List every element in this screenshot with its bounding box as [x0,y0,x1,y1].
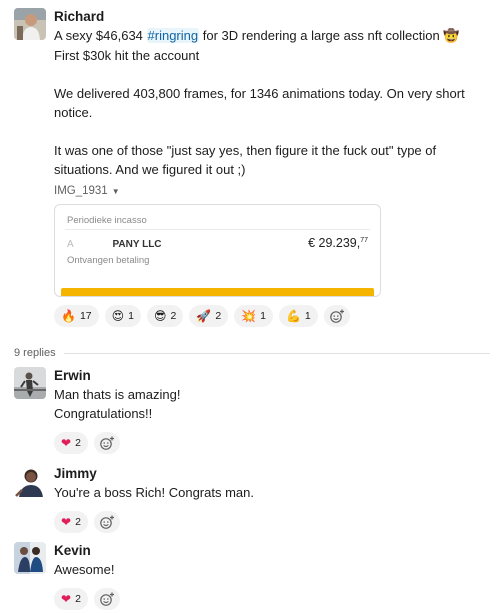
faded-top-text [255,205,355,210]
attachment-amount: € 29.239,77 [308,236,368,250]
message-line: You're a boss Rich! Congrats man. [54,485,254,500]
avatar-jimmy[interactable] [14,465,46,497]
reply-message: Jimmy You're a boss Rich! Congrats man. … [14,465,492,533]
reaction-count: 2 [170,310,177,322]
chevron-down-icon[interactable]: ▼ [112,187,120,196]
message-body: Kevin Awesome! ❤ 2 [54,542,492,610]
amount-cents: 77 [360,236,368,244]
reaction-sunglasses[interactable]: 😎 2 [147,305,184,327]
heart-icon: ❤ [61,592,72,606]
reaction-count: 2 [215,310,222,322]
add-reaction-button[interactable] [323,305,350,327]
attachment-company: A PANY LLC [67,239,162,250]
reaction-bar: 🔥 17 😍 1 😎 2 🚀 2 💥 1 💪 1 [54,305,492,327]
author-name[interactable]: Jimmy [54,465,492,483]
divider-line [63,352,490,354]
message-line: Congratulations!! [54,406,153,421]
reaction-heart-eyes[interactable]: 😍 1 [104,305,141,327]
file-toggle[interactable]: IMG_1931 ▼ [54,183,492,199]
message-paragraph-2: We delivered 403,800 frames, for 1346 an… [54,86,465,120]
message-body: Erwin Man thats is amazing! Congratulati… [54,367,492,454]
company-name: PANY LLC [112,239,162,250]
message-text: You're a boss Rich! Congrats man. [54,483,492,502]
avatar-kevin[interactable] [14,542,46,574]
add-reaction-icon [100,592,114,606]
amount-value: € 29.239, [308,236,361,250]
reaction-bar: ❤ 2 [54,511,492,533]
message-text: Man thats is amazing! Congratulations!! [54,385,492,423]
blurred-text: A [67,239,113,250]
reaction-fire[interactable]: 🔥 17 [54,305,99,327]
sunglasses-icon: 😎 [154,309,167,323]
reaction-heart[interactable]: ❤ 2 [54,432,88,454]
reaction-heart[interactable]: ❤ 2 [54,511,88,533]
message-line: Awesome! [54,562,115,577]
text-segment: A sexy $46,634 [54,28,147,43]
author-name[interactable]: Kevin [54,542,492,560]
add-reaction-icon [329,309,344,323]
muscle-icon: 💪 [285,309,301,323]
reaction-muscle[interactable]: 💪 1 [278,305,318,327]
message-paragraph-3: It was one of those "just say yes, then … [54,143,437,177]
message-line: Man thats is amazing! [54,387,181,402]
heart-icon: ❤ [61,436,72,450]
attachment-row-label: Periodieke incasso [67,215,147,226]
message-line-2: First $30k hit the account [54,48,200,63]
file-name: IMG_1931 [54,185,108,197]
hashtag-link[interactable]: #ringring [146,28,200,43]
add-reaction-icon [100,515,114,529]
replies-count[interactable]: 9 replies [14,347,64,359]
avatar-erwin[interactable] [14,367,46,399]
reaction-boom[interactable]: 💥 1 [234,305,273,327]
fire-icon: 🔥 [61,309,76,323]
author-name[interactable]: Erwin [54,367,492,385]
image-attachment[interactable]: Periodieke incasso A PANY LLC € 29.239,7… [54,204,381,297]
heart-eyes-icon: 😍 [111,309,125,323]
message-text: A sexy $46,634 #ringring for 3D renderin… [54,26,492,179]
text-segment: for 3D rendering a large ass nft collect… [199,28,440,43]
reaction-count: 1 [128,310,134,322]
reaction-bar: ❤ 2 [54,432,492,454]
message-text: Awesome! [54,560,492,579]
reaction-count: 2 [75,593,81,605]
boom-icon: 💥 [241,309,257,323]
reaction-heart[interactable]: ❤ 2 [54,588,88,610]
add-reaction-icon [100,436,114,450]
reaction-count: 17 [79,310,92,322]
add-reaction-button[interactable] [93,432,120,454]
reply-message: Erwin Man thats is amazing! Congratulati… [14,367,492,454]
reaction-count: 1 [304,310,311,322]
message-body: Jimmy You're a boss Rich! Congrats man. … [54,465,492,533]
cowboy-emoji-icon: 🤠 [443,29,460,44]
author-name[interactable]: Richard [54,8,492,26]
heart-icon: ❤ [61,515,72,529]
reaction-count: 2 [75,437,81,449]
reaction-count: 2 [75,516,81,528]
root-message: Richard A sexy $46,634 #ringring for 3D … [14,8,492,338]
message-line-1: A sexy $46,634 #ringring for 3D renderin… [54,26,492,46]
rocket-icon: 🚀 [196,309,212,323]
reaction-rocket[interactable]: 🚀 2 [189,305,229,327]
reaction-count: 1 [260,310,266,322]
avatar-richard[interactable] [14,8,46,40]
message-body: Richard A sexy $46,634 #ringring for 3D … [54,8,492,327]
replies-divider: 9 replies [14,346,490,360]
attachment-yellow-bar [61,288,374,296]
reply-message: Kevin Awesome! ❤ 2 [14,542,492,610]
reaction-bar: ❤ 2 [54,588,492,610]
add-reaction-button[interactable] [93,588,120,610]
attachment-status: Ontvangen betaling [67,255,150,266]
divider [65,229,370,230]
add-reaction-button[interactable] [93,511,120,533]
